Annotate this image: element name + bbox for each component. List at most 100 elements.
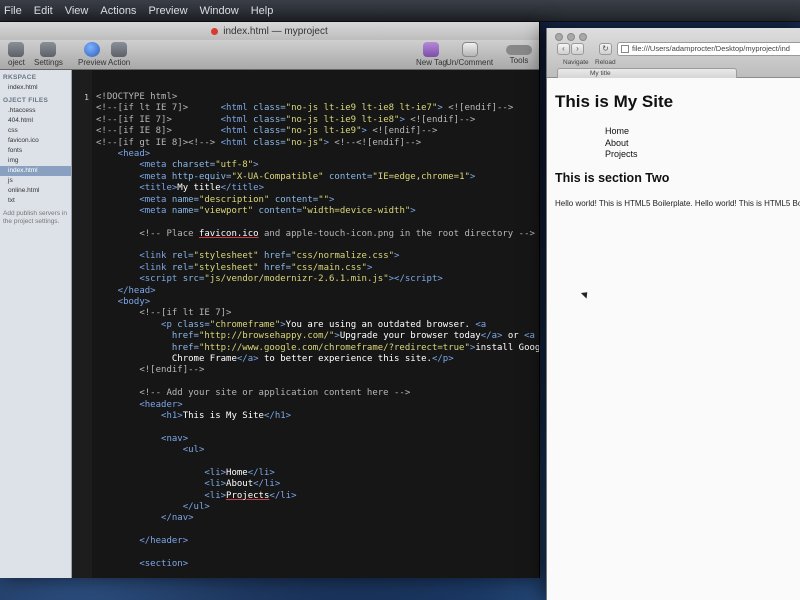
preview-label: Preview [78,58,107,67]
menu-actions[interactable]: Actions [100,5,136,17]
nav-item-projects: Projects [605,149,638,159]
code-line: <!--[if lt IE 7]> <html class="no-js lt-… [96,103,514,114]
back-button[interactable]: ‹ [557,43,570,55]
section-heading: This is section Two [555,170,670,185]
chevron-right-icon: › [576,44,579,53]
code-line: <li>Home</li> [96,467,275,478]
preview-globe-icon [84,42,101,57]
project-icon [8,42,25,57]
editor-title: index.html — myproject [223,25,328,37]
comment-label: Un/Comment [446,58,494,67]
code-line: <!-- Place favicon.ico and apple-touch-i… [96,228,535,239]
mouse-pointer-icon [580,289,591,299]
rendered-page: This is My Site Home About Projects This… [547,78,800,209]
minimize-window-button[interactable] [567,33,575,41]
file-icon [621,45,629,53]
code-line: <!--[if lt IE 7]> [96,308,232,319]
tag-icon [423,42,440,57]
settings-icon [40,42,57,57]
sidebar-file[interactable]: img [0,156,71,166]
code-line: <ul> [96,445,205,456]
reload-icon: ↻ [602,44,609,53]
unsaved-dot-icon [211,27,219,35]
page-heading: This is My Site [555,92,674,111]
nav-item-about: About [605,137,629,148]
comment-button[interactable]: Un/Comment [446,42,493,67]
nav-item-home: Home [605,126,630,136]
code-line: <script src="js/vendor/modernizr-2.6.1.m… [96,274,443,285]
code-line: <meta name="viewport" content="width=dev… [96,205,416,216]
sidebar-file[interactable]: online.html [0,186,71,196]
line-gutter: 1 [72,70,92,578]
address-bar[interactable]: file:///Users/adamprocter/Desktop/myproj… [617,42,800,56]
page-nav: Home About Projects [555,126,800,161]
editor-toolbar: oject Settings Preview Action New Tag Un… [0,40,539,70]
code-line: <!DOCTYPE html> [96,92,178,102]
browser-toolbar: ‹ › ↻ file:///Users/adamprocter/Desktop/… [547,28,800,78]
new-tag-button[interactable]: New Tag [416,42,447,67]
sidebar-file[interactable]: 404.html [0,116,71,126]
project-button[interactable]: oject [8,42,25,67]
action-button[interactable]: Action [108,42,130,67]
code-line: <!--[if IE 7]> <html class="no-js lt-ie9… [96,114,476,125]
settings-label: Settings [34,58,63,67]
code-line: <meta name="description" content=""> [96,194,335,205]
menu-help[interactable]: Help [251,5,274,17]
sidebar-file[interactable]: favicon.ico [0,136,71,146]
reload-label: Reload [595,59,616,66]
sidebar-file[interactable]: js [0,176,71,186]
code-line: <meta http-equiv="X-UA-Compatible" conte… [96,171,476,182]
navigate-label: Navigate [563,59,589,66]
reload-button[interactable]: ↻ [599,43,612,55]
preview-button[interactable]: Preview [78,42,106,67]
code-line: <link rel="stylesheet" href="css/normali… [96,251,400,262]
code-line: <header> [96,399,183,410]
project-sidebar: RKSPACE index.html OJECT FILES .htaccess… [0,70,72,578]
project-label: oject [8,58,25,67]
code-line: <!-- Add your site or application conten… [96,388,411,399]
comment-bubble-icon [461,42,478,57]
code-line: <!--[if IE 8]> <html class="no-js lt-ie9… [96,126,438,137]
forward-button[interactable]: › [571,43,584,55]
menu-bar: File Edit View Actions Preview Window He… [0,0,800,22]
code-line: <meta charset="utf-8"> [96,160,259,171]
tools-button[interactable]: Tools [506,42,532,65]
code-line: </head> [96,285,156,296]
workspace-file[interactable]: index.html [0,83,71,93]
toggle-icon [506,45,532,55]
code-line: </header> [96,536,189,547]
menu-window[interactable]: Window [200,5,239,17]
browser-window: ‹ › ↻ file:///Users/adamprocter/Desktop/… [546,28,800,600]
sidebar-file[interactable]: css [0,126,71,136]
code-line: <p class="chromeframe">You are using an … [96,319,487,330]
code-line: <nav> [96,433,189,444]
code-line: <body> [96,297,151,308]
settings-button[interactable]: Settings [34,42,63,67]
code-line: <li>About</li> [96,479,281,490]
menu-view[interactable]: View [65,5,89,17]
chevron-left-icon: ‹ [562,44,565,53]
window-controls [555,33,587,41]
sidebar-file[interactable]: txt [0,196,71,206]
sidebar-file[interactable]: .htaccess [0,106,71,116]
editor-title-bar: index.html — myproject [0,22,539,40]
sidebar-file[interactable]: fonts [0,146,71,156]
browser-tab[interactable]: My title [557,68,737,78]
zoom-window-button[interactable] [579,33,587,41]
menu-file[interactable]: File [4,5,22,17]
code-editor[interactable]: <!DOCTYPE html> <!--[if lt IE 7]> <html c… [92,70,539,578]
sidebar-file-selected[interactable]: index.html [0,166,71,176]
code-line: <!--[if gt IE 8]><!--> <html class="no-j… [96,137,422,148]
menu-edit[interactable]: Edit [34,5,53,17]
code-line: </nav> [96,513,194,524]
code-line: </ul> [96,502,210,513]
menu-preview[interactable]: Preview [148,5,187,17]
editor-window: index.html — myproject oject Settings Pr… [0,22,540,578]
tab-title: My title [590,70,611,77]
close-window-button[interactable] [555,33,563,41]
action-label: Action [108,58,131,67]
